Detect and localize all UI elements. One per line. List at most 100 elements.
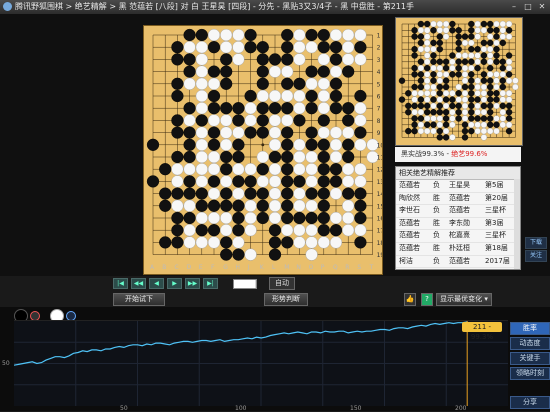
black-stone xyxy=(354,41,367,54)
white-stone xyxy=(305,224,318,237)
white-stone xyxy=(268,199,282,212)
highlight-moment-button[interactable]: 领略时刻 xyxy=(510,367,550,380)
maximize-button[interactable]: □ xyxy=(522,1,534,12)
thumbs-up-icon[interactable]: 👍 xyxy=(404,293,416,306)
white-stone xyxy=(436,71,443,78)
black-stone xyxy=(424,108,431,116)
white-stone xyxy=(317,102,330,115)
black-stone xyxy=(268,236,282,249)
white-stone xyxy=(317,53,330,66)
forward-button[interactable]: ▶ xyxy=(167,278,182,289)
black-stone xyxy=(220,53,233,66)
black-stone xyxy=(329,53,343,66)
white-stone xyxy=(305,41,318,54)
recommend-cell: 第18届 xyxy=(485,243,508,252)
recommend-row[interactable]: 李世石 负范蕴若 三星杯 xyxy=(396,205,520,218)
white-stone xyxy=(207,150,221,164)
white-stone xyxy=(499,121,507,129)
recommend-cell: 负 xyxy=(433,206,440,215)
recommend-row[interactable]: 范蕴若 负柁嘉熹 三星杯 xyxy=(396,230,520,243)
black-stone xyxy=(468,77,475,84)
black-stone xyxy=(171,236,184,249)
recommend-row[interactable]: 范蕴若 胜朴廷桓 第18届 xyxy=(396,243,520,256)
col-label: S xyxy=(357,264,362,271)
white-stone xyxy=(493,71,500,78)
white-stone xyxy=(256,175,269,188)
black-stone xyxy=(442,64,450,72)
recommend-row[interactable]: 连笑负范蕴若2018届 xyxy=(396,268,520,269)
black-stone xyxy=(317,163,330,176)
dynamics-button[interactable]: 动态度 xyxy=(510,337,550,350)
white-stone xyxy=(442,90,450,97)
black-stone xyxy=(455,33,462,40)
white-stone xyxy=(220,224,233,237)
white-stone xyxy=(195,163,208,176)
black-stone xyxy=(281,211,294,225)
recommend-row[interactable]: 柯洁负范蕴若 2017届 xyxy=(396,256,520,269)
white-stone xyxy=(417,46,425,53)
row-label: 8 xyxy=(377,118,381,125)
share-button[interactable]: 分享 xyxy=(510,396,550,409)
winrate-button[interactable]: 胜率 xyxy=(510,322,550,335)
download-button[interactable]: 下载 xyxy=(525,237,547,249)
white-stone xyxy=(207,211,221,225)
col-label: R xyxy=(345,264,350,271)
black-stone xyxy=(220,199,233,212)
black-stone xyxy=(342,187,355,200)
row-label: 2 xyxy=(377,45,381,52)
back-button[interactable]: ◀ xyxy=(149,278,164,289)
key-move-button[interactable]: 关键手 xyxy=(510,352,550,365)
white-stone xyxy=(449,121,456,129)
white-stone xyxy=(417,64,425,72)
black-stone xyxy=(232,138,245,151)
black-stone xyxy=(486,90,494,97)
position-judge-button[interactable]: 形势判断 xyxy=(264,293,308,306)
black-stone xyxy=(417,58,425,65)
white-stone xyxy=(480,90,488,97)
white-stone xyxy=(268,211,282,225)
trial-play-button[interactable]: 开始试下 xyxy=(113,293,165,306)
white-stone xyxy=(293,138,306,151)
white-stone xyxy=(281,65,294,78)
black-stone xyxy=(424,102,431,110)
black-stone xyxy=(455,90,462,97)
black-stone xyxy=(171,187,184,200)
black-stone xyxy=(430,52,437,59)
recommend-row[interactable]: 范蕴若 胜李东勋 第3届 xyxy=(396,218,520,231)
recommend-row[interactable]: 陶欣然 胜范蕴若 第20届 xyxy=(396,193,520,206)
white-stone xyxy=(474,33,481,40)
white-stone xyxy=(499,108,507,116)
black-stone xyxy=(424,20,431,28)
winrate-graph[interactable] xyxy=(13,320,508,406)
black-stone xyxy=(430,39,437,47)
white-stone xyxy=(480,134,488,141)
go-board[interactable]: 12345678910111213141516171819 xyxy=(143,25,383,275)
recommend-scrollbar[interactable] xyxy=(514,179,520,269)
recommend-row[interactable]: 范蕴若 负 王星昊 第5届 xyxy=(396,180,520,193)
move-progress-bar[interactable] xyxy=(233,279,257,289)
last-move-button[interactable]: ▶| xyxy=(203,278,218,289)
black-stone xyxy=(499,77,507,84)
watch-button[interactable]: 关注 xyxy=(525,250,547,262)
black-stone xyxy=(281,199,294,212)
white-stone xyxy=(474,20,481,28)
row-label: 3 xyxy=(377,57,381,64)
minimize-button[interactable]: – xyxy=(508,1,520,12)
white-stone xyxy=(195,102,208,115)
back-ten-button[interactable]: ◀◀ xyxy=(131,278,146,289)
white-stone xyxy=(207,114,221,127)
white-stone xyxy=(195,236,208,249)
winrate-curve-canvas[interactable] xyxy=(13,321,508,406)
black-stone xyxy=(281,150,294,164)
first-move-button[interactable]: |◀ xyxy=(113,278,128,289)
auto-play-button[interactable]: 自动 xyxy=(269,277,295,290)
black-stone xyxy=(305,126,318,139)
forward-ten-button[interactable]: ▶▶ xyxy=(185,278,200,289)
close-button[interactable]: ✕ xyxy=(536,1,548,12)
board-canvas[interactable]: 12345678910111213141516171819 xyxy=(144,26,382,274)
black-stone xyxy=(430,121,437,129)
black-stone xyxy=(468,58,475,65)
recommend-cell: 柯洁 xyxy=(399,256,413,265)
best-change-select[interactable]: 显示最优变化 ▾ xyxy=(436,293,492,306)
help-icon[interactable]: ? xyxy=(421,293,433,306)
